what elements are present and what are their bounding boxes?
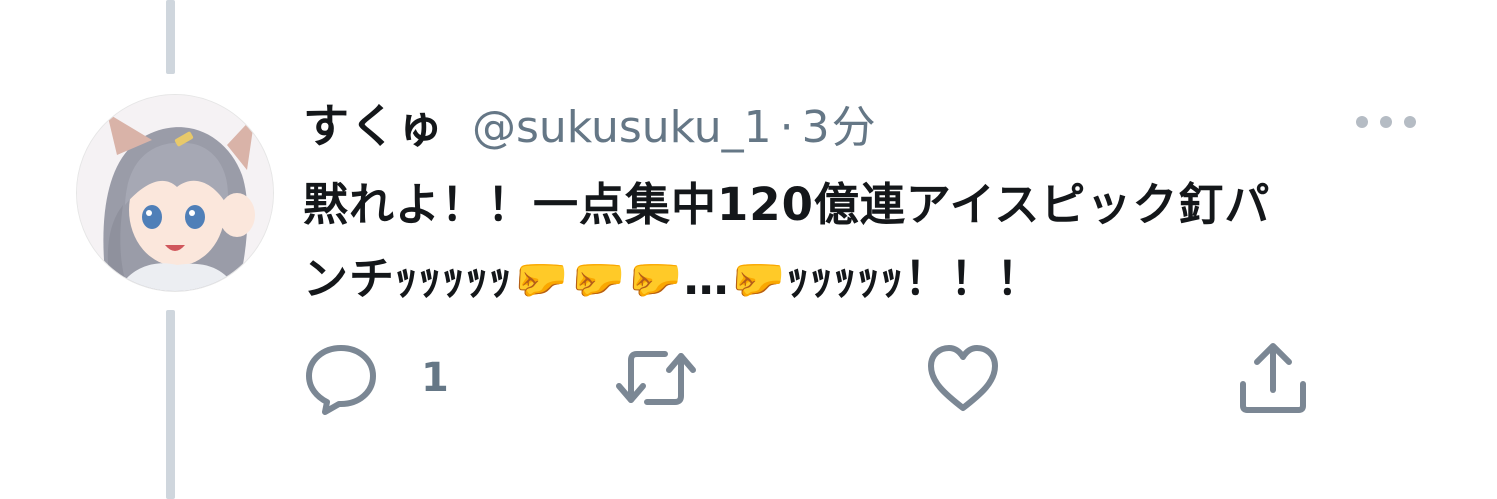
display-name[interactable]: すくゅ [303, 90, 444, 156]
avatar[interactable] [76, 94, 274, 292]
tweet-header: すくゅ @sukusuku_1 · 3分 [303, 90, 878, 154]
user-handle[interactable]: @sukusuku_1 [472, 102, 772, 153]
tweet-text-line-2: ンチｯｯｯｯｯ🤛🤛🤛…🤛ｯｯｯｯｯ！！！ [303, 252, 1043, 305]
reply-count: 1 [421, 355, 449, 401]
more-dots-icon[interactable] [1352, 112, 1420, 132]
like-button[interactable] [925, 338, 1001, 418]
timestamp[interactable]: 3分 [802, 91, 878, 155]
thread-line-bottom [166, 310, 175, 499]
tweet-text-line-1: 黙れよ！！一点集中120億連アイスピック釘パ [303, 178, 1271, 231]
action-bar: 1 [303, 338, 1323, 418]
tweet[interactable]: すくゅ @sukusuku_1 · 3分 黙れよ！！一点集中120億連アイスピッ… [0, 0, 1497, 499]
tweet-text: 黙れよ！！一点集中120億連アイスピック釘パ ンチｯｯｯｯｯ🤛🤛🤛…🤛ｯｯｯｯｯ… [303, 168, 1433, 316]
reply-icon [303, 340, 379, 416]
separator-dot: · [779, 102, 794, 153]
retweet-icon [613, 340, 699, 416]
reply-button[interactable]: 1 [303, 338, 449, 418]
thread-line-top [166, 0, 175, 74]
heart-icon [925, 340, 1001, 416]
share-icon [1235, 340, 1311, 416]
share-button[interactable] [1235, 338, 1311, 418]
retweet-button[interactable] [613, 338, 699, 418]
